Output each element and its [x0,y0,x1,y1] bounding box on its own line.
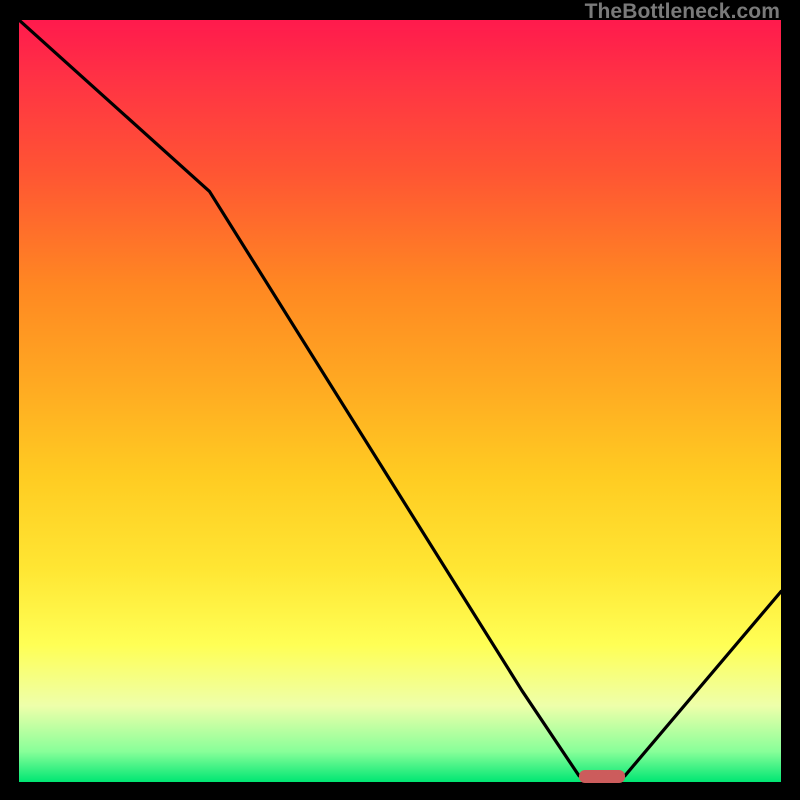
chart-container: TheBottleneck.com [0,0,800,800]
optimal-range-marker [579,770,625,783]
curve-layer [19,20,781,782]
plot-area [19,20,781,782]
bottleneck-curve [19,20,781,776]
